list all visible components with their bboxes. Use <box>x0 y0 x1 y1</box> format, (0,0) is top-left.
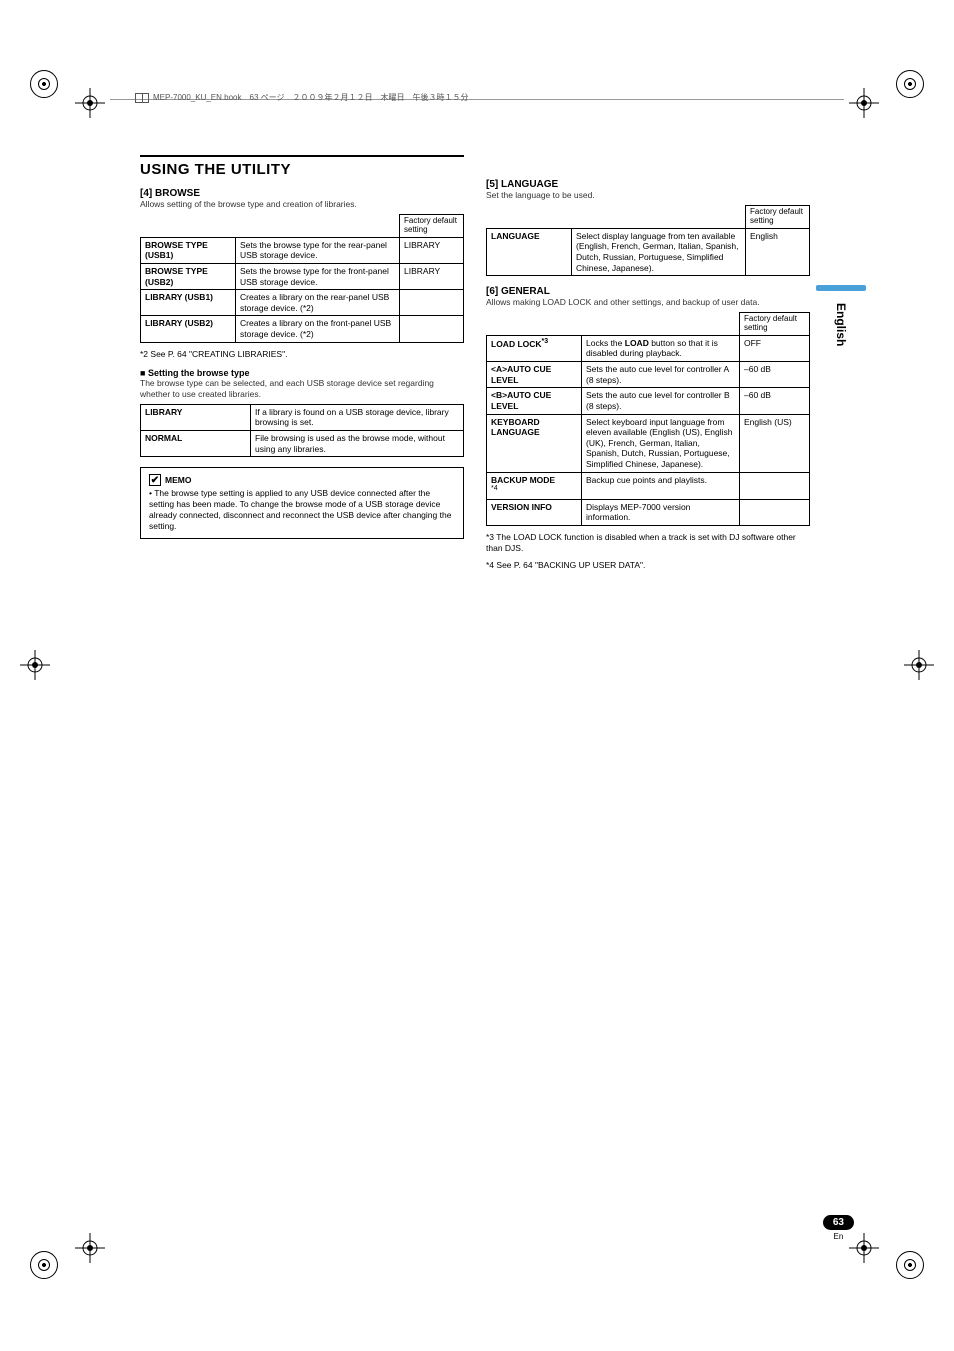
registration-mark <box>896 1251 924 1281</box>
side-tab: English <box>816 285 866 346</box>
check-icon: ✔ <box>149 474 161 486</box>
browse-table: Factory default setting BROWSE TYPE (USB… <box>140 214 464 343</box>
browse-type-heading: Setting the browse type <box>140 368 464 378</box>
footnote-4: *4 See P. 64 "BACKING UP USER DATA". <box>486 560 810 571</box>
table-row: KEYBOARD LANGUAGE Select keyboard input … <box>487 414 810 472</box>
language-table: Factory default setting LANGUAGE Select … <box>486 205 810 276</box>
language-heading: [5] LANGUAGE <box>486 179 810 190</box>
browse-heading: [4] BROWSE <box>140 188 464 199</box>
browse-type-sub: The browse type can be selected, and eac… <box>140 378 464 400</box>
crop-mark <box>75 1233 105 1263</box>
left-column: USING THE UTILITY [4] BROWSE Allows sett… <box>140 125 464 577</box>
table-row: NORMAL File browsing is used as the brow… <box>141 431 464 457</box>
language-sub: Set the language to be used. <box>486 190 810 201</box>
factory-header: Factory default setting <box>400 215 464 238</box>
header-metadata: MEP-7000_KU_EN.book 63 ページ ２００９年２月１２日 木曜… <box>135 92 468 103</box>
crop-mark <box>75 88 105 118</box>
header-meta-text: MEP-7000_KU_EN.book 63 ページ ２００９年２月１２日 木曜… <box>153 92 468 103</box>
factory-header: Factory default setting <box>746 206 810 229</box>
book-icon <box>135 93 149 103</box>
crop-mark <box>904 650 934 680</box>
memo-item: The browse type setting is applied to an… <box>149 488 455 532</box>
crop-mark <box>849 88 879 118</box>
section-title-text: USING THE UTILITY <box>140 161 464 178</box>
general-sub: Allows making LOAD LOCK and other settin… <box>486 297 810 308</box>
table-row: LIBRARY If a library is found on a USB s… <box>141 404 464 430</box>
page-badge: 63 En <box>823 1215 854 1241</box>
browse-sub: Allows setting of the browse type and cr… <box>140 199 464 210</box>
table-row: LANGUAGE Select display language from te… <box>487 228 810 276</box>
section-title: USING THE UTILITY <box>140 155 464 178</box>
table-row: VERSION INFO Displays MEP-7000 version i… <box>487 499 810 525</box>
general-table: Factory default setting LOAD LOCK*3 Lock… <box>486 312 810 526</box>
right-column: [5] LANGUAGE Set the language to be used… <box>486 125 810 577</box>
page-lang: En <box>823 1232 854 1241</box>
table-row: <B>AUTO CUE LEVEL Sets the auto cue leve… <box>487 388 810 414</box>
table-row: BROWSE TYPE (USB2) Sets the browse type … <box>141 263 464 289</box>
registration-mark <box>896 70 924 100</box>
footnote-2: *2 See P. 64 "CREATING LIBRARIES". <box>140 349 464 360</box>
table-row: LOAD LOCK*3 Locks the LOAD button so tha… <box>487 335 810 361</box>
table-row: <A>AUTO CUE LEVEL Sets the auto cue leve… <box>487 362 810 388</box>
side-language-label: English <box>834 303 848 346</box>
registration-mark <box>30 70 58 100</box>
general-heading: [6] GENERAL <box>486 286 810 297</box>
registration-mark <box>30 1251 58 1281</box>
page-number: 63 <box>823 1215 854 1230</box>
memo-box: ✔ MEMO The browse type setting is applie… <box>140 467 464 539</box>
side-tab-accent <box>816 285 866 291</box>
factory-header: Factory default setting <box>740 313 810 336</box>
table-row: LIBRARY (USB1) Creates a library on the … <box>141 290 464 316</box>
crop-mark <box>20 650 50 680</box>
memo-title: MEMO <box>165 475 191 486</box>
footnote-3: *3 The LOAD LOCK function is disabled wh… <box>486 532 810 554</box>
table-row: BACKUP MODE*4 Backup cue points and play… <box>487 472 810 499</box>
table-row: LIBRARY (USB2) Creates a library on the … <box>141 316 464 342</box>
table-row: BROWSE TYPE (USB1) Sets the browse type … <box>141 237 464 263</box>
browse-type-table: LIBRARY If a library is found on a USB s… <box>140 404 464 458</box>
